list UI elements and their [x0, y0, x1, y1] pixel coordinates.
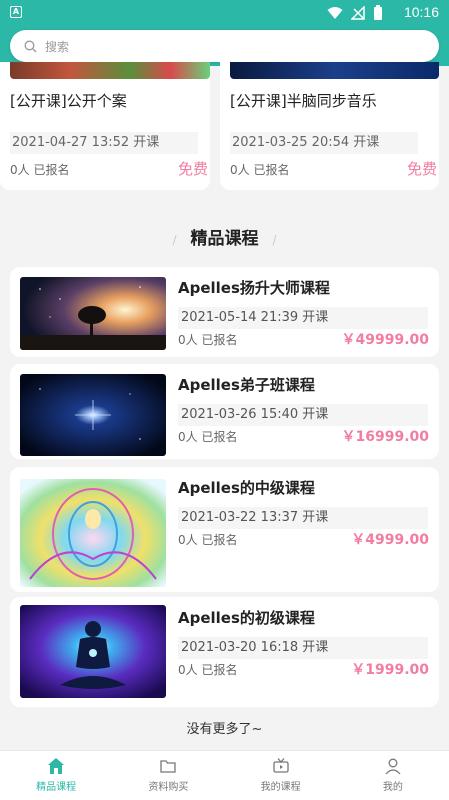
course-thumbnail — [20, 374, 166, 456]
course-enrolled: 0人 已报名 — [178, 533, 238, 547]
tv-icon — [272, 758, 289, 773]
open-course-price: 免费 — [406, 160, 437, 178]
no-more-text: 没有更多了~ — [186, 722, 263, 737]
course-thumbnail — [20, 277, 166, 350]
clock: 10:16 — [403, 4, 439, 20]
course-title: Apelles的中级课程 — [178, 479, 315, 497]
course-card[interactable]: Apelles扬升大师课程 2021-05-14 21:39 开课 0人 已报名… — [10, 267, 439, 357]
tab-premium-courses[interactable]: 精品课程 — [0, 751, 112, 800]
open-course-enrolled: 0人 已报名 — [230, 163, 290, 177]
section-heading: / 精品课程 / — [0, 224, 449, 249]
course-price: ￥16999.00 — [341, 429, 429, 445]
tab-my-courses[interactable]: 我的课程 — [225, 751, 337, 800]
open-course-card[interactable]: [公开课]公开个案 2021-04-27 13:52 开课 0人 已报名 免费 — [0, 62, 210, 190]
open-course-enrolled: 0人 已报名 — [10, 163, 70, 177]
tab-label: 精品课程 — [36, 782, 77, 793]
course-title: Apelles弟子班课程 — [178, 376, 315, 394]
open-course-price: 免费 — [177, 160, 208, 178]
search-icon — [24, 40, 37, 52]
course-price: ￥4999.00 — [351, 532, 429, 548]
course-enrolled: 0人 已报名 — [178, 663, 238, 677]
course-price: ￥1999.00 — [351, 662, 429, 678]
wifi-icon — [327, 7, 343, 19]
folder-icon — [160, 760, 177, 773]
course-thumbnail — [20, 479, 166, 587]
course-date: 2021-03-22 13:37 开课 — [178, 507, 428, 529]
section-title: 精品课程 — [190, 229, 259, 249]
section-decor: / — [172, 233, 177, 247]
tab-label: 我的课程 — [260, 782, 301, 793]
open-course-date: 2021-04-27 13:52 开课 — [10, 132, 198, 154]
course-enrolled: 0人 已报名 — [178, 333, 238, 347]
battery-icon — [374, 5, 382, 20]
open-course-thumbnail — [230, 62, 439, 79]
course-date: 2021-03-26 15:40 开课 — [178, 404, 428, 426]
status-bar: A 10:16 — [0, 0, 449, 26]
course-enrolled: 0人 已报名 — [178, 430, 238, 444]
course-date: 2021-03-20 16:18 开课 — [178, 637, 428, 659]
course-card[interactable]: Apelles弟子班课程 2021-03-26 15:40 开课 0人 已报名 … — [10, 364, 439, 459]
open-course-date: 2021-03-25 20:54 开课 — [230, 132, 418, 154]
home-icon — [48, 758, 65, 774]
bottom-tab-bar: 精品课程 资料购买 我的课程 我的 — [0, 750, 449, 800]
tab-materials[interactable]: 资料购买 — [112, 751, 224, 800]
open-course-card[interactable]: [公开课]半脑同步音乐 2021-03-25 20:54 开课 0人 已报名 免… — [220, 62, 439, 190]
open-course-title: [公开课]半脑同步音乐 — [230, 92, 377, 110]
search-placeholder: 搜索 — [45, 39, 70, 54]
tab-label: 我的 — [382, 782, 403, 793]
app-notification-icon: A — [10, 6, 22, 18]
course-title: Apelles扬升大师课程 — [178, 279, 330, 297]
open-course-thumbnail — [10, 62, 210, 79]
section-decor: / — [272, 233, 277, 247]
search-bar[interactable]: 搜索 — [10, 30, 439, 62]
open-course-title: [公开课]公开个案 — [10, 92, 127, 110]
tab-profile[interactable]: 我的 — [337, 751, 449, 800]
course-price: ￥49999.00 — [341, 332, 429, 348]
course-card[interactable]: Apelles的初级课程 2021-03-20 16:18 开课 0人 已报名 … — [10, 597, 439, 707]
signal-icon — [351, 6, 365, 20]
course-title: Apelles的初级课程 — [178, 609, 315, 627]
tab-label: 资料购买 — [148, 782, 189, 793]
course-thumbnail — [20, 605, 166, 698]
course-card[interactable]: Apelles的中级课程 2021-03-22 13:37 开课 0人 已报名 … — [10, 467, 439, 592]
user-icon — [385, 758, 401, 775]
content-scroll[interactable]: [公开课]公开个案 2021-04-27 13:52 开课 0人 已报名 免费 … — [0, 62, 449, 750]
course-date: 2021-05-14 21:39 开课 — [178, 307, 428, 329]
